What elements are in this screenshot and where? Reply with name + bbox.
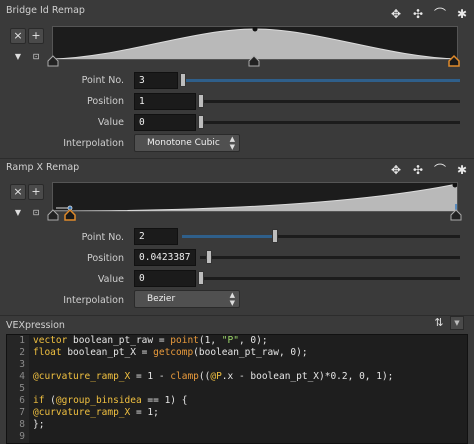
remove-point-button[interactable]: × [10,184,26,200]
point-no-slider[interactable] [272,229,278,243]
line-number: 5 [19,383,25,394]
line-number: 9 [19,431,25,442]
code-token: clamp [170,371,199,382]
move-icon[interactable]: ✥ [388,6,404,22]
code-token: (1, [198,335,222,346]
add-point-button[interactable]: + [28,184,44,200]
x-ramp-handles[interactable] [44,204,468,222]
code-line[interactable]: float boolean_pt_X = getcomp(boolean_pt_… [33,347,393,359]
interpolation-dropdown[interactable]: Monotone Cubic ▲ ▼ [134,134,240,152]
x-ramp-toolbar: ✥ ✣ ⌒ ✱ [388,162,470,178]
line-number: 8 [19,419,25,430]
code-line[interactable]: @curvature_ramp_X = 1 - clamp((@P.x - bo… [33,371,393,383]
code-line[interactable]: }; [33,419,393,431]
position-slider[interactable] [206,250,212,264]
move-horizontal-icon[interactable]: ✣ [410,6,426,22]
line-number: 3 [19,359,25,370]
position-label: Position [87,96,124,107]
gear-icon[interactable]: ✱ [454,162,470,178]
interpolation-value: Monotone Cubic [147,138,220,148]
code-token: @P [210,371,222,382]
position-label: Position [87,253,124,264]
code-line[interactable] [33,383,393,395]
interpolation-label: Interpolation [63,295,124,306]
code-token: if [33,395,51,406]
value-slider[interactable] [198,115,204,129]
code-line[interactable]: vector boolean_pt_raw = point(1, "P", 0)… [33,335,393,347]
code-token: getcomp [153,347,194,358]
code-token: @curvature_ramp_X [33,371,131,382]
position-field[interactable]: 1 [134,93,196,110]
link-icon[interactable]: ⊡ [31,208,41,218]
link-icon[interactable]: ⊡ [31,52,41,62]
line-number-gutter: 123456789 [7,335,29,443]
line-number: 7 [19,407,25,418]
curve-icon[interactable]: ⌒ [432,162,448,178]
code-line[interactable] [33,359,393,371]
code-token: (boolean_pt_raw, 0); [193,347,308,358]
value-label: Value [97,117,124,128]
code-token: vector [33,335,74,346]
interpolation-dropdown[interactable]: Bezier ▲ ▼ [134,290,240,308]
updown-arrows-icon: ▲ ▼ [229,135,235,151]
code-token: = 1; [130,407,159,418]
curve-icon[interactable]: ⌒ [432,6,448,22]
chevron-down-icon[interactable]: ▼ [13,52,23,62]
position-slider[interactable] [198,94,204,108]
value-label: Value [97,274,124,285]
bridge-ramp-title: Bridge Id Remap [6,5,85,16]
vex-code-editor[interactable]: 123456789 vector boolean_pt_raw = point(… [6,334,468,444]
remove-point-button[interactable]: × [10,28,26,44]
point-no-label: Point No. [81,232,124,243]
point-no-slider-fill [182,235,274,238]
code-token: .x - boolean_pt_X)*0.2, 0, 1); [221,371,394,382]
code-token: (( [198,371,211,382]
code-token: point [170,335,199,346]
line-number: 1 [19,335,25,346]
code-token: = 1 - [130,371,171,382]
code-lines[interactable]: vector boolean_pt_raw = point(1, "P", 0)… [33,335,393,443]
value-field[interactable]: 0 [134,114,196,131]
point-no-label: Point No. [81,75,124,86]
line-number: 4 [19,371,25,382]
point-no-field[interactable]: 2 [134,228,178,245]
vexpression-label: VEXpression [6,320,65,331]
bridge-ramp-handles[interactable] [44,54,468,68]
position-field[interactable]: 0.0423387 [134,249,196,266]
code-token: "P" [221,335,239,346]
point-no-field[interactable]: 3 [134,72,178,89]
code-token: == 1) { [141,395,188,406]
interpolation-value: Bezier [147,294,176,304]
presets-icon[interactable]: ⇅ [430,316,448,330]
point-no-slider-fill [182,79,460,82]
point-no-slider[interactable] [180,73,186,87]
code-line[interactable]: if (@group_binsidea == 1) { [33,395,393,407]
code-token: @group_binsidea [55,395,142,406]
code-line[interactable]: @curvature_ramp_X = 1; [33,407,393,419]
move-horizontal-icon[interactable]: ✣ [410,162,426,178]
code-token: }; [33,419,45,430]
chevron-down-icon[interactable]: ▼ [13,208,23,218]
menu-dropdown-icon[interactable]: ▼ [450,316,464,330]
code-token: , 0); [238,335,268,346]
x-ramp-title: Ramp X Remap [6,162,80,173]
code-line[interactable] [33,431,393,443]
line-number: 6 [19,395,25,406]
code-token: float [33,347,68,358]
gear-icon[interactable]: ✱ [454,6,470,22]
code-token: boolean_pt_raw = [73,335,171,346]
updown-arrows-icon: ▲ ▼ [229,291,235,307]
value-field[interactable]: 0 [134,270,196,287]
interpolation-label: Interpolation [63,138,124,149]
move-icon[interactable]: ✥ [388,162,404,178]
add-point-button[interactable]: + [28,28,44,44]
code-token: boolean_pt_X = [67,347,154,358]
line-number: 2 [19,347,25,358]
value-slider[interactable] [198,271,204,285]
bridge-ramp-toolbar: ✥ ✣ ⌒ ✱ [388,6,470,22]
code-token: @curvature_ramp_X [33,407,131,418]
